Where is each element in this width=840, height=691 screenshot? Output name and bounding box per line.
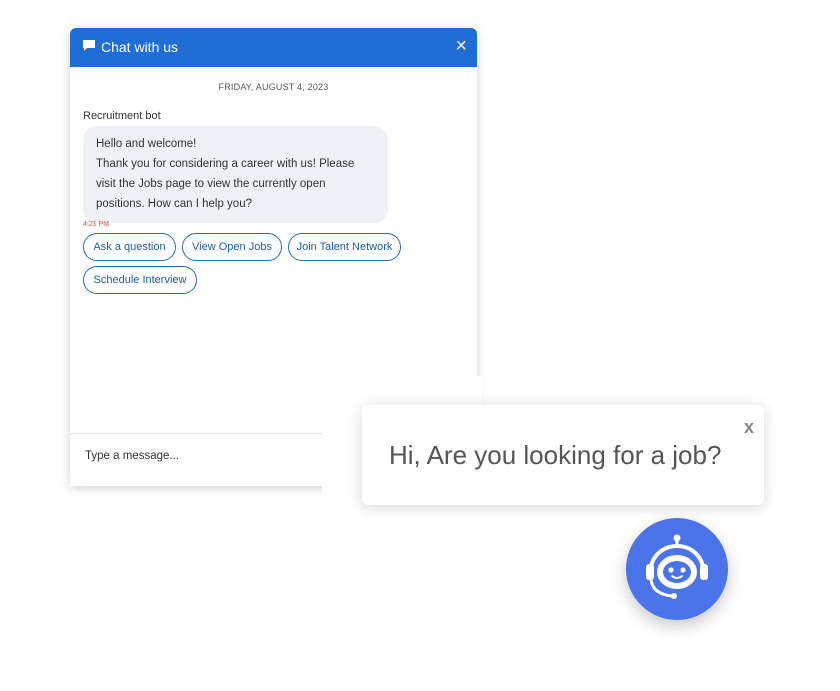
message-line: positions. How can I help you?: [96, 198, 252, 210]
chatbot-launcher-button[interactable]: [626, 518, 728, 620]
chat-title: Chat with us: [101, 39, 179, 55]
message-line: Thank you for considering a career with …: [96, 158, 355, 170]
join-talent-network-button[interactable]: Join Talent Network: [288, 233, 401, 261]
message-input[interactable]: [83, 449, 327, 463]
robot-headset-icon: [646, 534, 708, 599]
close-greeting-button[interactable]: x: [744, 417, 754, 438]
bot-message-bubble: Hello and welcome! Thank you for conside…: [83, 126, 388, 223]
message-line: visit the Jobs page to view the currentl…: [96, 178, 326, 190]
message-line: Hello and welcome!: [96, 138, 197, 150]
schedule-interview-button[interactable]: Schedule Interview: [83, 266, 197, 294]
date-separator: FRIDAY, AUGUST 4, 2023: [218, 82, 329, 92]
view-open-jobs-button[interactable]: View Open Jobs: [182, 233, 282, 261]
stage: Chat with us × FRIDAY, AUGUST 4, 2023 Re…: [0, 0, 840, 691]
chat-bubble-icon: [82, 39, 96, 55]
chat-header: Chat with us ×: [70, 28, 477, 67]
chat-title-group: Chat with us: [82, 39, 178, 55]
sender-name: Recruitment bot: [83, 110, 161, 122]
ask-question-button[interactable]: Ask a question: [83, 233, 176, 261]
message-timestamp: 4:21 PM: [83, 221, 110, 228]
greeting-popup[interactable]: Hi, Are you looking for a job? x: [362, 405, 764, 505]
greeting-text: Hi, Are you looking for a job?: [389, 440, 722, 470]
close-chat-button[interactable]: ×: [455, 36, 467, 56]
